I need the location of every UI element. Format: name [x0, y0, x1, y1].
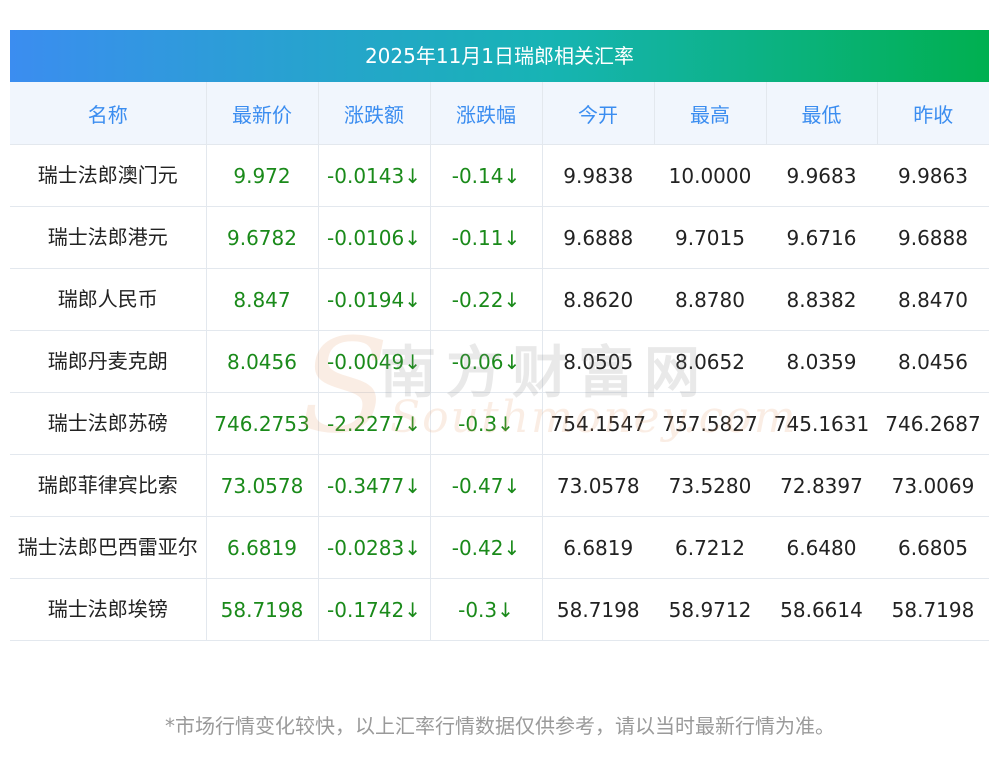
cell-prev-close: 6.6805 — [877, 516, 989, 579]
cell-change-pct: -0.3↓ — [430, 392, 543, 455]
cell-change: -0.3477↓ — [318, 454, 431, 517]
cell-change: -0.0049↓ — [318, 330, 431, 393]
header-change: 涨跌额 — [318, 82, 431, 145]
cell-latest: 8.0456 — [206, 330, 319, 393]
header-latest: 最新价 — [206, 82, 319, 145]
cell-prev-close: 746.2687 — [877, 392, 989, 455]
cell-prev-close: 8.0456 — [877, 330, 989, 393]
header-low: 最低 — [766, 82, 878, 145]
cell-prev-close: 73.0069 — [877, 454, 989, 517]
cell-latest: 6.6819 — [206, 516, 319, 579]
cell-high: 6.7212 — [654, 516, 766, 579]
cell-change: -0.0106↓ — [318, 206, 431, 269]
table-row: 瑞郎菲律宾比索 73.0578 -0.3477↓ -0.47↓ 73.0578 73.52… — [10, 454, 989, 517]
table-row: 瑞士法郎苏磅 746.2753 -2.2277↓ -0.3↓ 754.1547 757.5… — [10, 392, 989, 455]
cell-high: 757.5827 — [654, 392, 766, 455]
table-row: 瑞士法郎澳门元 9.972 -0.0143↓ -0.14↓ 9.9838 10.0000 9… — [10, 144, 989, 207]
table-title: 2025年11月1日瑞郎相关汇率 — [10, 30, 989, 82]
cell-name: 瑞士法郎埃镑 — [10, 578, 207, 641]
cell-open: 8.0505 — [542, 330, 654, 393]
cell-latest: 73.0578 — [206, 454, 319, 517]
cell-high: 10.0000 — [654, 144, 766, 207]
cell-open: 9.6888 — [542, 206, 654, 269]
cell-change-pct: -0.06↓ — [430, 330, 543, 393]
cell-latest: 58.7198 — [206, 578, 319, 641]
cell-prev-close: 8.8470 — [877, 268, 989, 331]
cell-open: 754.1547 — [542, 392, 654, 455]
cell-change-pct: -0.47↓ — [430, 454, 543, 517]
cell-open: 6.6819 — [542, 516, 654, 579]
cell-change-pct: -0.14↓ — [430, 144, 543, 207]
cell-name: 瑞郎丹麦克朗 — [10, 330, 207, 393]
table-row: 瑞士法郎巴西雷亚尔 6.6819 -0.0283↓ -0.42↓ 6.6819 6.721… — [10, 516, 989, 579]
cell-latest: 8.847 — [206, 268, 319, 331]
cell-prev-close: 58.7198 — [877, 578, 989, 641]
cell-name: 瑞郎人民币 — [10, 268, 207, 331]
cell-change: -0.0143↓ — [318, 144, 431, 207]
cell-low: 745.1631 — [766, 392, 877, 455]
cell-high: 73.5280 — [654, 454, 766, 517]
cell-name: 瑞士法郎澳门元 — [10, 144, 207, 207]
header-name: 名称 — [10, 82, 207, 145]
cell-change-pct: -0.22↓ — [430, 268, 543, 331]
cell-open: 9.9838 — [542, 144, 654, 207]
cell-open: 73.0578 — [542, 454, 654, 517]
cell-high: 8.8780 — [654, 268, 766, 331]
cell-change-pct: -0.42↓ — [430, 516, 543, 579]
cell-change-pct: -0.11↓ — [430, 206, 543, 269]
table-row: 瑞郎人民币 8.847 -0.0194↓ -0.22↓ 8.8620 8.8780 8.83… — [10, 268, 989, 331]
cell-change: -0.1742↓ — [318, 578, 431, 641]
cell-latest: 9.6782 — [206, 206, 319, 269]
cell-name: 瑞士法郎巴西雷亚尔 — [10, 516, 207, 579]
cell-low: 8.8382 — [766, 268, 877, 331]
table-header-row: 名称 最新价 涨跌额 涨跌幅 今开 最高 最低 昨收 — [10, 82, 989, 145]
cell-name: 瑞士法郎苏磅 — [10, 392, 207, 455]
header-prev-close: 昨收 — [877, 82, 989, 145]
cell-prev-close: 9.9863 — [877, 144, 989, 207]
cell-change-pct: -0.3↓ — [430, 578, 543, 641]
cell-name: 瑞士法郎港元 — [10, 206, 207, 269]
cell-low: 58.6614 — [766, 578, 877, 641]
cell-prev-close: 9.6888 — [877, 206, 989, 269]
cell-change: -0.0283↓ — [318, 516, 431, 579]
table-row: 瑞郎丹麦克朗 8.0456 -0.0049↓ -0.06↓ 8.0505 8.0652 8.… — [10, 330, 989, 393]
header-change-pct: 涨跌幅 — [430, 82, 543, 145]
cell-low: 6.6480 — [766, 516, 877, 579]
cell-latest: 746.2753 — [206, 392, 319, 455]
table-row: 瑞士法郎港元 9.6782 -0.0106↓ -0.11↓ 9.6888 9.7015 9.… — [10, 206, 989, 269]
cell-low: 72.8397 — [766, 454, 877, 517]
header-open: 今开 — [542, 82, 655, 145]
cell-open: 58.7198 — [542, 578, 654, 641]
cell-change: -2.2277↓ — [318, 392, 431, 455]
cell-open: 8.8620 — [542, 268, 654, 331]
cell-low: 8.0359 — [766, 330, 877, 393]
table-row: 瑞士法郎埃镑 58.7198 -0.1742↓ -0.3↓ 58.7198 58.9712… — [10, 578, 989, 641]
cell-low: 9.9683 — [766, 144, 877, 207]
cell-latest: 9.972 — [206, 144, 319, 207]
rate-table-container: 2025年11月1日瑞郎相关汇率 名称 最新价 涨跌额 涨跌幅 今开 最高 最低… — [10, 30, 989, 641]
cell-change: -0.0194↓ — [318, 268, 431, 331]
cell-high: 58.9712 — [654, 578, 766, 641]
footnote: *市场行情变化较快，以上汇率行情数据仅供参考，请以当时最新行情为准。 — [165, 714, 835, 738]
exchange-rate-table: 名称 最新价 涨跌额 涨跌幅 今开 最高 最低 昨收 瑞士法郎澳门元 9.972-… — [10, 82, 989, 641]
cell-name: 瑞郎菲律宾比索 — [10, 454, 207, 517]
header-high: 最高 — [654, 82, 767, 145]
cell-low: 9.6716 — [766, 206, 877, 269]
cell-high: 9.7015 — [654, 206, 766, 269]
cell-high: 8.0652 — [654, 330, 766, 393]
